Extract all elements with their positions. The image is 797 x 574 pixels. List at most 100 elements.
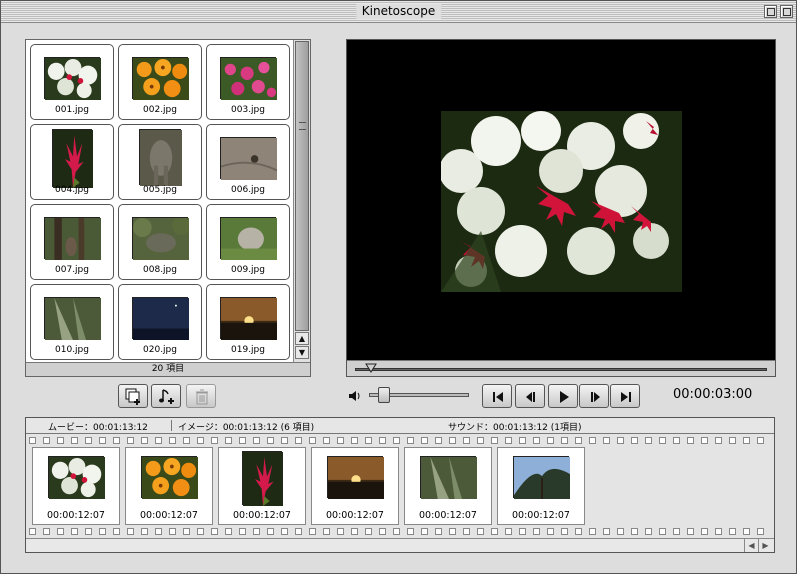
scroll-right-arrow[interactable]: ▶ — [758, 539, 772, 552]
image-thumbnail[interactable]: 001.jpg — [30, 44, 114, 120]
sprocket-hole — [351, 528, 358, 535]
image-browser: 001.jpg 002.jpg 003.jpg 004.jpg 005.jpg 006.j… — [25, 39, 311, 377]
timeline-clip[interactable]: 00:00:12:07 — [311, 447, 399, 525]
thumbnail-image — [220, 137, 278, 180]
sprocket-hole — [505, 528, 512, 535]
clip-thumbnail — [327, 456, 384, 499]
timeline-clip[interactable]: 00:00:12:07 — [125, 447, 213, 525]
image-thumbnail[interactable]: 006.jpg — [206, 124, 290, 200]
sprocket-hole — [645, 437, 652, 444]
sprocket-hole — [505, 437, 512, 444]
timeline-clip[interactable]: 00:00:12:07 — [497, 447, 585, 525]
scroll-thumb[interactable] — [295, 41, 309, 331]
sprocket-hole — [169, 437, 176, 444]
kinetoscope-window: Kinetoscope 001.jpg 002.jpg 003.jpg 004.jpg… — [0, 0, 797, 574]
sprocket-hole — [561, 437, 568, 444]
image-thumbnail[interactable]: 003.jpg — [206, 44, 290, 120]
sprocket-hole — [351, 437, 358, 444]
sprocket-hole — [631, 437, 638, 444]
position-knob[interactable] — [365, 363, 378, 373]
scroll-up-arrow[interactable]: ▲ — [295, 332, 309, 345]
sprocket-hole — [729, 528, 736, 535]
sprocket-hole — [183, 528, 190, 535]
sprocket-hole — [435, 528, 442, 535]
sprocket-hole — [225, 528, 232, 535]
skip-to-end-icon — [621, 392, 631, 402]
thumbnail-image — [139, 129, 182, 186]
zoom-box-button[interactable] — [764, 5, 777, 18]
go-to-start-button[interactable] — [482, 384, 512, 408]
add-image-icon — [125, 388, 140, 405]
play-button[interactable] — [548, 384, 578, 408]
sprocket-hole — [295, 437, 302, 444]
sprocket-hole — [743, 437, 750, 444]
go-to-end-button[interactable] — [610, 384, 640, 408]
image-thumbnail[interactable]: 005.jpg — [118, 124, 202, 200]
thumbnail-image — [44, 57, 101, 100]
scroll-down-arrow[interactable]: ▼ — [295, 346, 309, 359]
sprocket-hole — [617, 437, 624, 444]
thumbnail-filename: 020.jpg — [143, 345, 177, 355]
movie-preview[interactable] — [346, 39, 776, 377]
position-track[interactable] — [355, 368, 767, 371]
timeline-clip[interactable]: 00:00:12:07 — [32, 447, 120, 525]
image-thumbnail[interactable]: 002.jpg — [118, 44, 202, 120]
sprocket-hole — [267, 528, 274, 535]
step-back-button[interactable] — [515, 384, 545, 408]
thumbnail-filename: 001.jpg — [55, 105, 89, 115]
trash-icon — [196, 389, 208, 405]
clip-duration: 00:00:12:07 — [233, 510, 291, 521]
sprocket-hole — [687, 528, 694, 535]
timeline-clip[interactable]: 00:00:12:07 — [404, 447, 492, 525]
browser-scrollbar[interactable]: ▲ ▼ — [293, 40, 310, 362]
add-image-button[interactable] — [118, 384, 148, 408]
sprocket-hole — [29, 437, 36, 444]
sprocket-hole — [659, 528, 666, 535]
title-bar[interactable]: Kinetoscope — [1, 1, 796, 23]
sprocket-hole — [575, 437, 582, 444]
image-thumbnail[interactable]: 020.jpg — [118, 284, 202, 360]
image-thumbnail[interactable]: 010.jpg — [30, 284, 114, 360]
sprocket-hole — [407, 528, 414, 535]
sprocket-hole — [463, 528, 470, 535]
sprocket-hole — [71, 437, 78, 444]
thumbnail-filename: 003.jpg — [231, 105, 265, 115]
clip-duration: 00:00:12:07 — [326, 510, 384, 521]
sprocket-hole — [267, 437, 274, 444]
volume-knob[interactable] — [378, 387, 390, 403]
clip-thumbnail — [420, 456, 477, 499]
timeline: ムービー：00:01:13:12 イメージ：00:01:13:12 (6 項目)… — [25, 417, 775, 553]
thumbnail-image — [132, 297, 189, 340]
filmstrip[interactable]: 00:00:12:07 00:00:12:07 00:00:12:07 00:00:1… — [26, 434, 774, 538]
image-thumbnail[interactable]: 008.jpg — [118, 204, 202, 280]
item-count: 20 項目 — [26, 362, 310, 376]
sprocket-hole — [127, 528, 134, 535]
sprocket-hole — [365, 528, 372, 535]
image-thumbnail[interactable]: 019.jpg — [206, 284, 290, 360]
image-thumbnail[interactable]: 007.jpg — [30, 204, 114, 280]
image-thumbnail[interactable]: 009.jpg — [206, 204, 290, 280]
sprocket-hole — [309, 437, 316, 444]
sprocket-hole — [589, 437, 596, 444]
sprocket-hole — [393, 437, 400, 444]
sprocket-hole — [715, 437, 722, 444]
step-forward-button[interactable] — [579, 384, 609, 408]
scroll-left-arrow[interactable]: ◀ — [744, 539, 758, 552]
collapse-box-button[interactable] — [780, 5, 793, 18]
timeline-scrollbar[interactable]: ◀ ▶ — [26, 538, 774, 552]
sprocket-hole — [211, 528, 218, 535]
sprocket-hole — [491, 437, 498, 444]
timeline-clip[interactable]: 00:00:12:07 — [218, 447, 306, 525]
position-slider[interactable] — [347, 360, 775, 376]
sprocket-hole — [561, 528, 568, 535]
thumbnail-filename: 008.jpg — [143, 265, 177, 275]
add-sound-button[interactable] — [151, 384, 181, 408]
sprocket-hole — [99, 437, 106, 444]
image-thumbnail[interactable]: 004.jpg — [30, 124, 114, 200]
thumbnail-image — [52, 129, 93, 188]
sprocket-hole — [57, 528, 64, 535]
thumbnail-filename: 010.jpg — [55, 345, 89, 355]
trash-button[interactable] — [186, 384, 216, 408]
clip-duration: 00:00:12:07 — [140, 510, 198, 521]
sprocket-hole — [183, 437, 190, 444]
